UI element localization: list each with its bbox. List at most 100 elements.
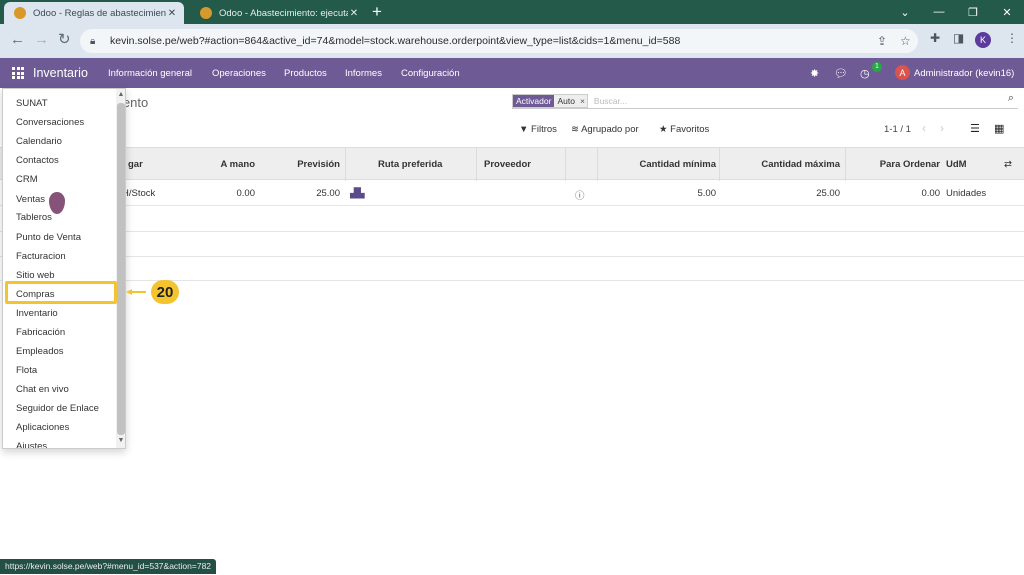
- activity-clock-icon[interactable]: ◷: [860, 67, 870, 80]
- scroll-up-icon[interactable]: ▲: [117, 91, 125, 98]
- group-by-label: Agrupado por: [581, 124, 639, 135]
- app-menu-item-calendario[interactable]: Calendario: [16, 136, 62, 147]
- restore-icon[interactable]: ❐: [956, 0, 990, 24]
- app-menu-item-seguidor-de-enlace[interactable]: Seguidor de Enlace: [16, 403, 99, 414]
- bug-icon[interactable]: ✸: [810, 67, 819, 80]
- col-uom[interactable]: UdM: [946, 159, 967, 170]
- share-icon[interactable]: ⇪: [877, 34, 887, 48]
- filters-label: Filtros: [531, 124, 557, 135]
- app-menu-item-sitio-web[interactable]: Sitio web: [16, 270, 55, 281]
- table-row: [0, 207, 1024, 232]
- close-tab-icon[interactable]: ✕: [348, 8, 360, 19]
- col-to-order[interactable]: Para Ordenar: [860, 159, 940, 170]
- address-bar[interactable]: 🔒︎ kevin.solse.pe/web?#action=864&active…: [80, 29, 918, 53]
- odoo-favicon-icon: [200, 7, 212, 19]
- app-menu-item-punto-de-venta[interactable]: Punto de Venta: [16, 232, 81, 243]
- menu-informacion-general[interactable]: Información general: [108, 68, 192, 79]
- col-forecast[interactable]: Previsión: [270, 159, 340, 170]
- link-status-bar: https://kevin.solse.pe/web?#menu_id=537&…: [0, 559, 217, 574]
- pager-next-icon[interactable]: ›: [940, 121, 944, 135]
- info-icon[interactable]: ⓘ: [575, 188, 585, 202]
- kanban-view-icon[interactable]: ▦: [994, 122, 1004, 135]
- col-preferred-route[interactable]: Ruta preferida: [378, 159, 442, 170]
- cell-to-order: 0.00: [921, 188, 941, 199]
- new-tab-button[interactable]: +: [372, 3, 382, 21]
- profile-avatar[interactable]: K: [975, 32, 991, 48]
- menu-operaciones[interactable]: Operaciones: [212, 68, 266, 79]
- app-menu-item-facturacion[interactable]: Facturacion: [16, 251, 66, 262]
- bookmark-star-icon[interactable]: ☆: [900, 34, 911, 48]
- app-menu-item-sunat[interactable]: SUNAT: [16, 98, 48, 109]
- reload-icon[interactable]: ↻: [58, 32, 71, 48]
- extensions-icon[interactable]: ✚: [930, 31, 940, 45]
- table-header: gar A mano Previsión Ruta preferida Prov…: [0, 147, 1024, 181]
- cell-max-qty: 25.00: [816, 188, 840, 199]
- more-menu-icon[interactable]: ⋮: [1006, 31, 1018, 45]
- scroll-down-icon[interactable]: ▼: [117, 437, 125, 444]
- browser-tab-reglas[interactable]: Odoo - Reglas de abastecimient ✕: [4, 2, 184, 24]
- col-location[interactable]: gar: [128, 159, 143, 170]
- app-menu-item-ajustes[interactable]: Ajustes: [16, 441, 47, 448]
- browser-tab-abastecimiento[interactable]: Odoo - Abastecimiento: ejecutar ✕: [190, 2, 366, 24]
- back-icon[interactable]: ←: [10, 32, 25, 48]
- cell-on-hand: 0.00: [236, 188, 256, 199]
- search-input[interactable]: Buscar...: [594, 96, 627, 106]
- apps-grid-icon[interactable]: [12, 67, 24, 79]
- app-menu-item-inventario[interactable]: Inventario: [16, 308, 58, 319]
- url-text: kevin.solse.pe/web?#action=864&active_id…: [110, 35, 681, 47]
- tab-search-icon[interactable]: ⌄: [888, 0, 922, 24]
- col-max-qty[interactable]: Cantidad máxima: [730, 159, 840, 170]
- table-row: [0, 232, 1024, 257]
- app-menu-item-ventas[interactable]: Ventas: [16, 194, 45, 205]
- app-menu-item-contactos[interactable]: Contactos: [16, 155, 59, 166]
- user-name[interactable]: Administrador (kevin16): [914, 68, 1014, 79]
- chat-icon[interactable]: 💬︎: [834, 67, 848, 80]
- app-menu-item-flota[interactable]: Flota: [16, 365, 37, 376]
- app-menu-item-aplicaciones[interactable]: Aplicaciones: [16, 422, 69, 433]
- cell-uom: Unidades: [946, 188, 987, 199]
- col-vendor[interactable]: Proveedor: [484, 159, 531, 170]
- apps-dropdown: SUNAT Conversaciones Calendario Contacto…: [2, 88, 126, 449]
- layers-icon: ≋: [571, 124, 579, 135]
- callout-arrow-icon: [126, 289, 146, 295]
- menu-informes[interactable]: Informes: [345, 68, 382, 79]
- dropdown-scroll-thumb[interactable]: [117, 103, 125, 435]
- search-icon[interactable]: ⌕: [1008, 92, 1014, 105]
- close-window-icon[interactable]: ✕: [990, 0, 1024, 24]
- filter-icon: ▼: [519, 124, 529, 135]
- minimize-icon[interactable]: —: [922, 0, 956, 24]
- app-name[interactable]: Inventario: [33, 66, 88, 80]
- menu-productos[interactable]: Productos: [284, 68, 327, 79]
- app-menu-item-tableros[interactable]: Tableros: [16, 212, 52, 223]
- app-menu-item-fabricacion[interactable]: Fabricación: [16, 327, 65, 338]
- search-bar[interactable]: Activador Auto × Buscar... ⌕: [512, 92, 1018, 109]
- facet-remove-icon[interactable]: ×: [577, 94, 587, 107]
- forecast-graph-icon[interactable]: ▟▙: [350, 188, 365, 199]
- list-view-icon[interactable]: ☰: [970, 122, 980, 135]
- menu-configuracion[interactable]: Configuración: [401, 68, 460, 79]
- odoo-favicon-icon: [14, 7, 26, 19]
- app-menu-item-chat-en-vivo[interactable]: Chat en vivo: [16, 384, 69, 395]
- cell-min-qty: 5.00: [697, 188, 717, 199]
- pager-value[interactable]: 1-1 / 1: [884, 124, 911, 135]
- step-number-badge: 20: [151, 280, 179, 304]
- col-on-hand[interactable]: A mano: [200, 159, 255, 170]
- app-menu-item-empleados[interactable]: Empleados: [16, 346, 64, 357]
- group-by-button[interactable]: ≋ Agrupado por: [571, 124, 639, 135]
- close-tab-icon[interactable]: ✕: [166, 8, 178, 19]
- optional-columns-icon[interactable]: ⇄: [1004, 159, 1012, 170]
- app-menu-item-crm[interactable]: CRM: [16, 174, 38, 185]
- filters-button[interactable]: ▼ Filtros: [519, 124, 557, 135]
- app-menu-item-conversaciones[interactable]: Conversaciones: [16, 117, 84, 128]
- user-avatar[interactable]: A: [895, 65, 910, 80]
- cell-forecast: 25.00: [316, 188, 340, 199]
- side-panel-icon[interactable]: ◨: [953, 31, 964, 45]
- forward-icon[interactable]: →: [34, 32, 49, 48]
- pager-previous-icon[interactable]: ‹: [922, 121, 926, 135]
- compras-highlight-box: [5, 281, 117, 304]
- favorites-button[interactable]: ★ Favoritos: [659, 124, 709, 135]
- table-row[interactable]: H/Stock 0.00 25.00 ▟▙ ⓘ 5.00 25.00 0.00 …: [0, 181, 1024, 206]
- col-min-qty[interactable]: Cantidad mínima: [610, 159, 716, 170]
- activity-badge: 1: [872, 62, 882, 72]
- facet-label: Activador: [513, 94, 555, 107]
